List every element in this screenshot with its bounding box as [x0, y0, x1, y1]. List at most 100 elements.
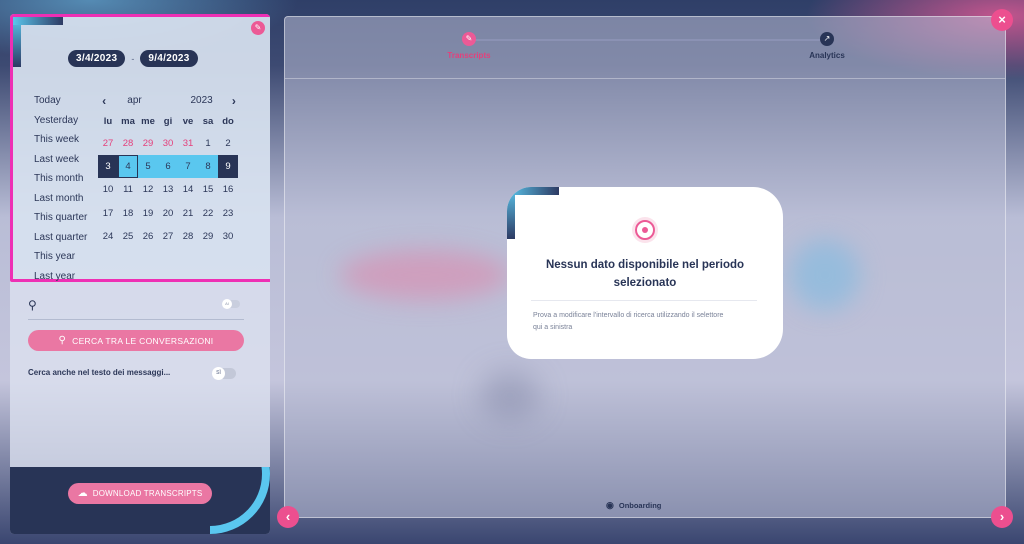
month-navigator: ‹ apr 2023 › — [99, 91, 239, 110]
month-label[interactable]: apr — [127, 95, 170, 106]
search-conversations-button[interactable]: ⚲ CERCA TRA LE CONVERSAZIONI — [28, 330, 244, 351]
calendar-day[interactable]: 8 — [198, 155, 218, 179]
calendar-day[interactable]: 16 — [218, 178, 238, 201]
weekday-header: lu ma me gi ve sa do — [98, 111, 238, 132]
prev-page-button[interactable]: ‹ — [277, 506, 299, 528]
calendar-week: 17 18 19 20 21 22 23 — [98, 202, 238, 225]
preset-this-year[interactable]: This year — [34, 247, 87, 267]
background-blob — [340, 250, 510, 300]
calendar-day[interactable]: 14 — [178, 178, 198, 201]
search-icon: ⚲ — [28, 298, 37, 312]
toggle-knob: AI — [222, 299, 232, 309]
calendar-day[interactable]: 22 — [198, 202, 218, 225]
calendar-day[interactable]: 18 — [118, 202, 138, 225]
calendar-day[interactable]: 10 — [98, 178, 118, 201]
calendar-day[interactable]: 30 — [158, 132, 178, 155]
globe-icon: ◉ — [606, 500, 614, 510]
fulltext-toggle[interactable]: SÌ — [212, 367, 236, 380]
calendar-week: 3456789 — [98, 155, 238, 179]
calendar-day[interactable]: 28 — [118, 132, 138, 155]
next-page-button[interactable]: › — [991, 506, 1013, 528]
calendar-day[interactable]: 24 — [98, 225, 118, 248]
corner-decoration — [13, 17, 63, 67]
target-icon — [635, 220, 655, 240]
corner-decoration — [507, 187, 559, 195]
toggle-knob: SÌ — [212, 367, 225, 380]
calendar-day[interactable]: 3 — [98, 155, 118, 179]
calendar-day[interactable]: 25 — [118, 225, 138, 248]
chevron-right-icon[interactable]: › — [229, 94, 239, 108]
calendar-day[interactable]: 27 — [158, 225, 178, 248]
empty-state-card: Nessun dato disponibile nel periodo sele… — [507, 187, 783, 359]
empty-state-description: Prova a modificare l'intervallo di ricer… — [533, 312, 724, 331]
calendar-day[interactable]: 5 — [138, 155, 158, 179]
onboarding-link[interactable]: ◉ Onboarding — [606, 500, 661, 511]
preset-this-quarter[interactable]: This quarter — [34, 208, 87, 228]
calendar-day[interactable]: 12 — [138, 178, 158, 201]
download-transcripts-button[interactable]: ☁ DOWNLOAD TRANSCRIPTS — [68, 483, 212, 504]
date-picker: ✎ 3/4/2023 - 9/4/2023 Today Yesterday Th… — [10, 14, 270, 282]
preset-today[interactable]: Today — [34, 91, 87, 111]
background-blob — [790, 240, 860, 310]
pencil-icon: ✎ — [462, 32, 476, 46]
calendar-day[interactable]: 9 — [218, 155, 238, 179]
calendar-day[interactable]: 17 — [98, 202, 118, 225]
weekday-ve: ve — [182, 116, 194, 127]
ai-toggle[interactable]: AI — [222, 299, 240, 309]
start-date-pill[interactable]: 3/4/2023 — [68, 50, 126, 67]
arc-decoration — [210, 467, 270, 534]
calendar-day[interactable]: 11 — [118, 178, 138, 201]
calendar-day[interactable]: 7 — [178, 155, 198, 179]
preset-last-month[interactable]: Last month — [34, 189, 87, 209]
background-blob — [480, 370, 540, 420]
pencil-icon[interactable]: ✎ — [251, 21, 265, 35]
weekday-me: me — [141, 116, 155, 127]
calendar-day[interactable]: 28 — [178, 225, 198, 248]
preset-this-month[interactable]: This month — [34, 169, 87, 189]
calendar-week: 10 11 12 13 14 15 16 — [98, 178, 238, 201]
weekday-gi: gi — [163, 116, 173, 127]
calendar-day[interactable]: 29 — [138, 132, 158, 155]
onboarding-label: Onboarding — [618, 501, 662, 510]
step-connector — [469, 39, 827, 41]
step-analytics[interactable]: ↗ Analytics — [787, 32, 867, 60]
calendar-day[interactable]: 27 — [98, 132, 118, 155]
calendar-day[interactable]: 30 — [218, 225, 238, 248]
preset-list: Today Yesterday This week Last week This… — [34, 91, 87, 286]
calendar-day[interactable]: 1 — [198, 132, 218, 155]
year-label[interactable]: 2023 — [170, 95, 212, 106]
calendar-day[interactable]: 13 — [158, 178, 178, 201]
preset-yesterday[interactable]: Yesterday — [34, 111, 87, 131]
calendar-day[interactable]: 15 — [198, 178, 218, 201]
arc-decoration — [729, 305, 783, 359]
search-field[interactable]: ⚲ AI — [28, 296, 244, 320]
trend-icon: ↗ — [820, 32, 834, 46]
chevron-left-icon[interactable]: ‹ — [99, 94, 109, 108]
calendar-day[interactable]: 2 — [218, 132, 238, 155]
weekday-do: do — [222, 116, 234, 127]
calendar-day[interactable]: 23 — [218, 202, 238, 225]
step-label: Analytics — [809, 51, 845, 60]
calendar-day[interactable]: 19 — [138, 202, 158, 225]
step-transcripts[interactable]: ✎ Transcripts — [429, 32, 509, 60]
step-progress: ✎ Transcripts ↗ Analytics — [285, 17, 1005, 79]
calendar-day[interactable]: 6 — [158, 155, 178, 179]
end-date-pill[interactable]: 9/4/2023 — [140, 50, 198, 67]
preset-last-week[interactable]: Last week — [34, 150, 87, 170]
divider — [531, 300, 757, 301]
download-button-label: DOWNLOAD TRANSCRIPTS — [92, 489, 203, 498]
calendar-day[interactable]: 26 — [138, 225, 158, 248]
search-button-label: CERCA TRA LE CONVERSAZIONI — [72, 335, 214, 346]
calendar-week: 27 28 29 30 31 1 2 — [98, 132, 238, 155]
preset-last-year[interactable]: Last year — [34, 267, 87, 287]
calendar-day[interactable]: 20 — [158, 202, 178, 225]
date-range: 3/4/2023 - 9/4/2023 — [68, 50, 198, 67]
weekday-lu: lu — [103, 116, 113, 127]
calendar-day[interactable]: 4 — [118, 155, 138, 179]
calendar-day[interactable]: 29 — [198, 225, 218, 248]
close-icon[interactable]: × — [991, 9, 1013, 31]
calendar-day[interactable]: 21 — [178, 202, 198, 225]
preset-last-quarter[interactable]: Last quarter — [34, 228, 87, 248]
preset-this-week[interactable]: This week — [34, 130, 87, 150]
calendar-day[interactable]: 31 — [178, 132, 198, 155]
